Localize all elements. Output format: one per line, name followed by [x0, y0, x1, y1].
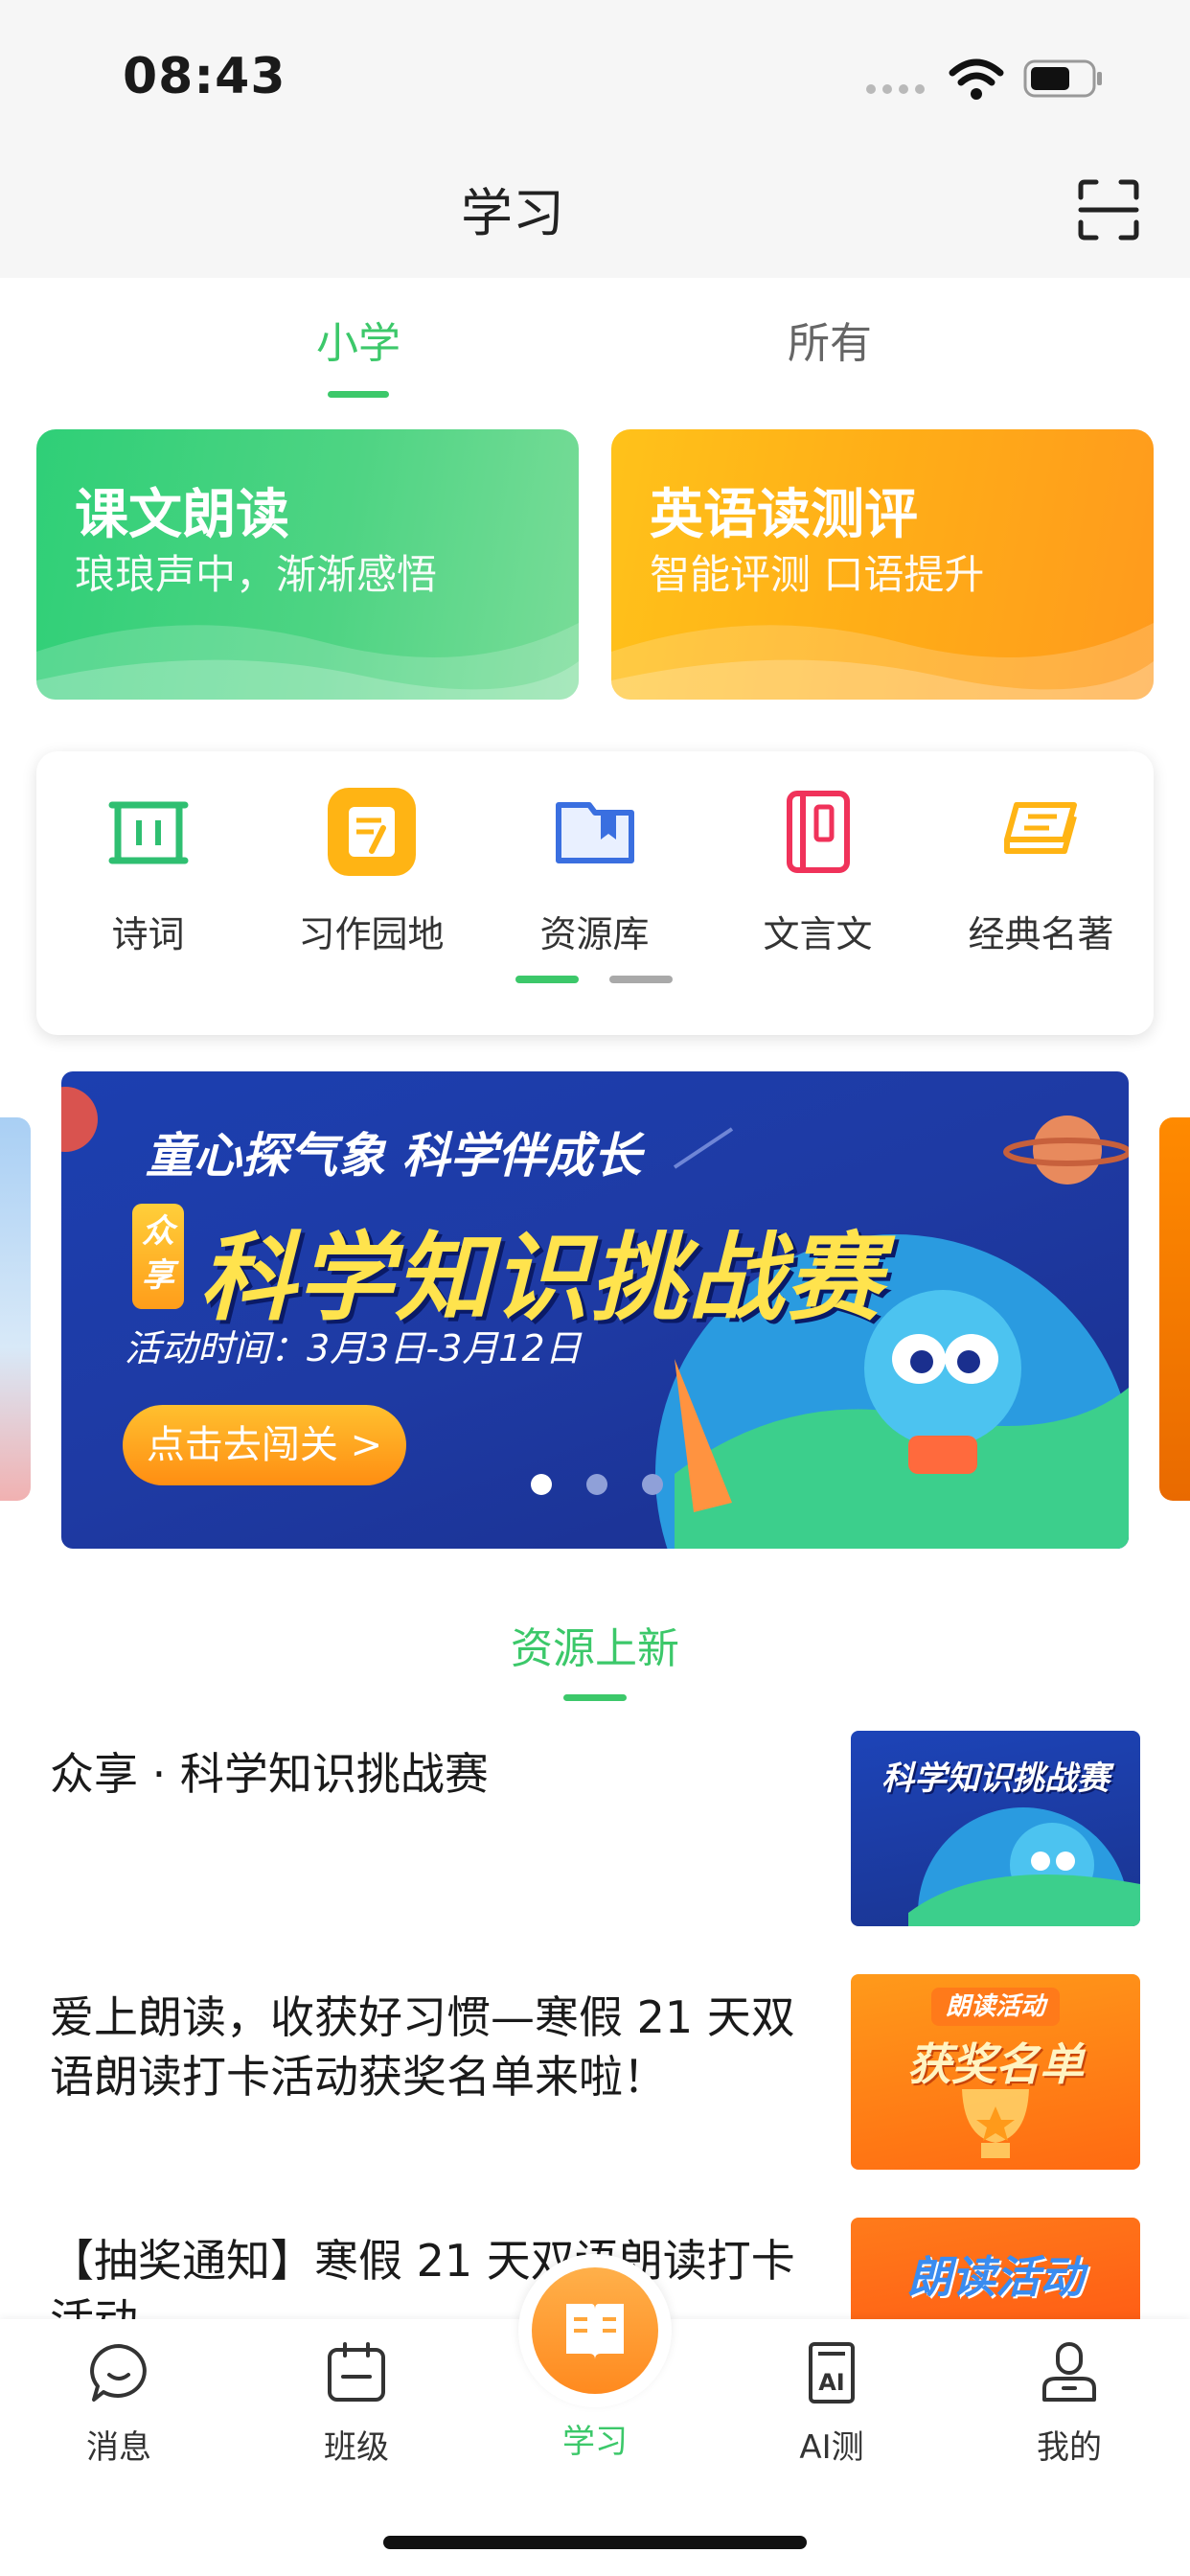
calendar-class-icon — [328, 2342, 385, 2402]
ai-doc-icon: AI — [809, 2342, 855, 2404]
tab-study[interactable]: 学习 — [518, 2371, 672, 2462]
banner-page-dots — [531, 1474, 663, 1495]
chat-bubble-icon — [90, 2344, 147, 2402]
tool-label: 文言文 — [763, 913, 873, 955]
resource-item-title[interactable]: 众享 · 科学知识挑战赛 — [50, 1744, 816, 1804]
tool-classical-chinese[interactable]: 文言文 — [706, 784, 929, 957]
tab-label: AI测 — [799, 2428, 864, 2467]
banner-time: 活动时间：3月3日-3月12日 — [125, 1327, 582, 1369]
tool-resource-library[interactable]: 资源库 — [483, 784, 706, 957]
banner-prev-peek[interactable] — [0, 1117, 31, 1501]
battery-icon — [1023, 59, 1102, 98]
tab-mine[interactable]: 我的 — [993, 2338, 1146, 2468]
text-reading-card[interactable]: 课文朗读 琅琅声中，渐渐感悟 — [36, 429, 579, 700]
section-title-underline — [563, 1694, 627, 1701]
page-title: 学习 — [461, 183, 564, 243]
tools-panel: 诗词 习作园地 资源库 文言文 经典名著 — [36, 751, 1154, 1035]
svg-text:AI: AI — [818, 2369, 845, 2396]
banner-badge: 众享 — [132, 1204, 184, 1309]
writing-icon — [327, 788, 416, 876]
scan-icon[interactable] — [1077, 178, 1140, 242]
tool-writing[interactable]: 习作园地 — [260, 784, 483, 957]
poem-scroll-icon — [108, 801, 188, 864]
tool-classics[interactable]: 经典名著 — [929, 784, 1153, 957]
wave-decoration — [611, 623, 1154, 700]
section-title: 资源上新 — [511, 1624, 679, 1673]
english-assessment-card[interactable]: 英语读测评 智能评测 口语提升 — [611, 429, 1154, 700]
tab-label: 班级 — [324, 2428, 389, 2467]
tool-label: 经典名著 — [968, 913, 1114, 955]
resource-item-title[interactable]: 爱上朗读，收获好习惯—寒假 21 天双语朗读打卡活动获奖名单来啦！ — [50, 1988, 816, 2106]
tab-messages[interactable]: 消息 — [42, 2338, 195, 2468]
card-title: 英语读测评 — [650, 484, 918, 546]
resource-thumbnail[interactable]: 科学知识挑战赛 — [851, 1731, 1140, 1926]
wave-decoration — [36, 623, 579, 700]
active-tab-indicator — [328, 391, 389, 398]
tab-label: 学习 — [562, 2423, 628, 2461]
tab-label: 消息 — [86, 2428, 151, 2467]
card-title: 课文朗读 — [75, 484, 289, 546]
tab-class[interactable]: 班级 — [280, 2338, 433, 2468]
resource-thumbnail[interactable]: 朗读活动 获奖名单 — [851, 1974, 1140, 2170]
card-subtitle: 智能评测 口语提升 — [650, 551, 985, 598]
banner-subtitle: 童心探气象 科学伴成长 — [146, 1128, 642, 1184]
tool-label: 诗词 — [111, 913, 185, 955]
banner-science-challenge[interactable]: 童心探气象 科学伴成长 众享 科学知识挑战赛 活动时间：3月3日-3月12日 点… — [61, 1071, 1129, 1549]
notebook-icon — [786, 791, 850, 873]
book-stack-icon — [1003, 802, 1077, 854]
tab-primary-school[interactable]: 小学 — [316, 309, 400, 370]
tab-all[interactable]: 所有 — [788, 309, 872, 370]
profile-icon — [1042, 2342, 1096, 2402]
tools-page-indicator-active — [515, 976, 579, 983]
home-indicator[interactable] — [383, 2536, 807, 2549]
banner-next-peek[interactable] — [1159, 1117, 1190, 1501]
trophy-icon — [962, 2089, 1029, 2158]
tab-label: 我的 — [1037, 2428, 1102, 2467]
thumbnail-text: 科学知识挑战赛 — [881, 1760, 1110, 1798]
bookmark-folder-icon — [555, 802, 634, 863]
banner-cta-button[interactable]: 点击去闯关 > — [123, 1405, 406, 1485]
status-time: 08:43 — [123, 48, 286, 105]
thumbnail-text: 朗读活动 — [907, 2251, 1084, 2303]
tools-page-indicator — [609, 976, 673, 983]
tool-label: 资源库 — [539, 913, 650, 955]
tool-label: 习作园地 — [298, 913, 445, 955]
wifi-icon — [949, 58, 1004, 100]
card-subtitle: 琅琅声中，渐渐感悟 — [75, 551, 438, 598]
tool-poem[interactable]: 诗词 — [36, 784, 260, 957]
cellular-signal-icon — [866, 84, 925, 94]
tab-ai-test[interactable]: AI AI测 — [755, 2338, 908, 2468]
